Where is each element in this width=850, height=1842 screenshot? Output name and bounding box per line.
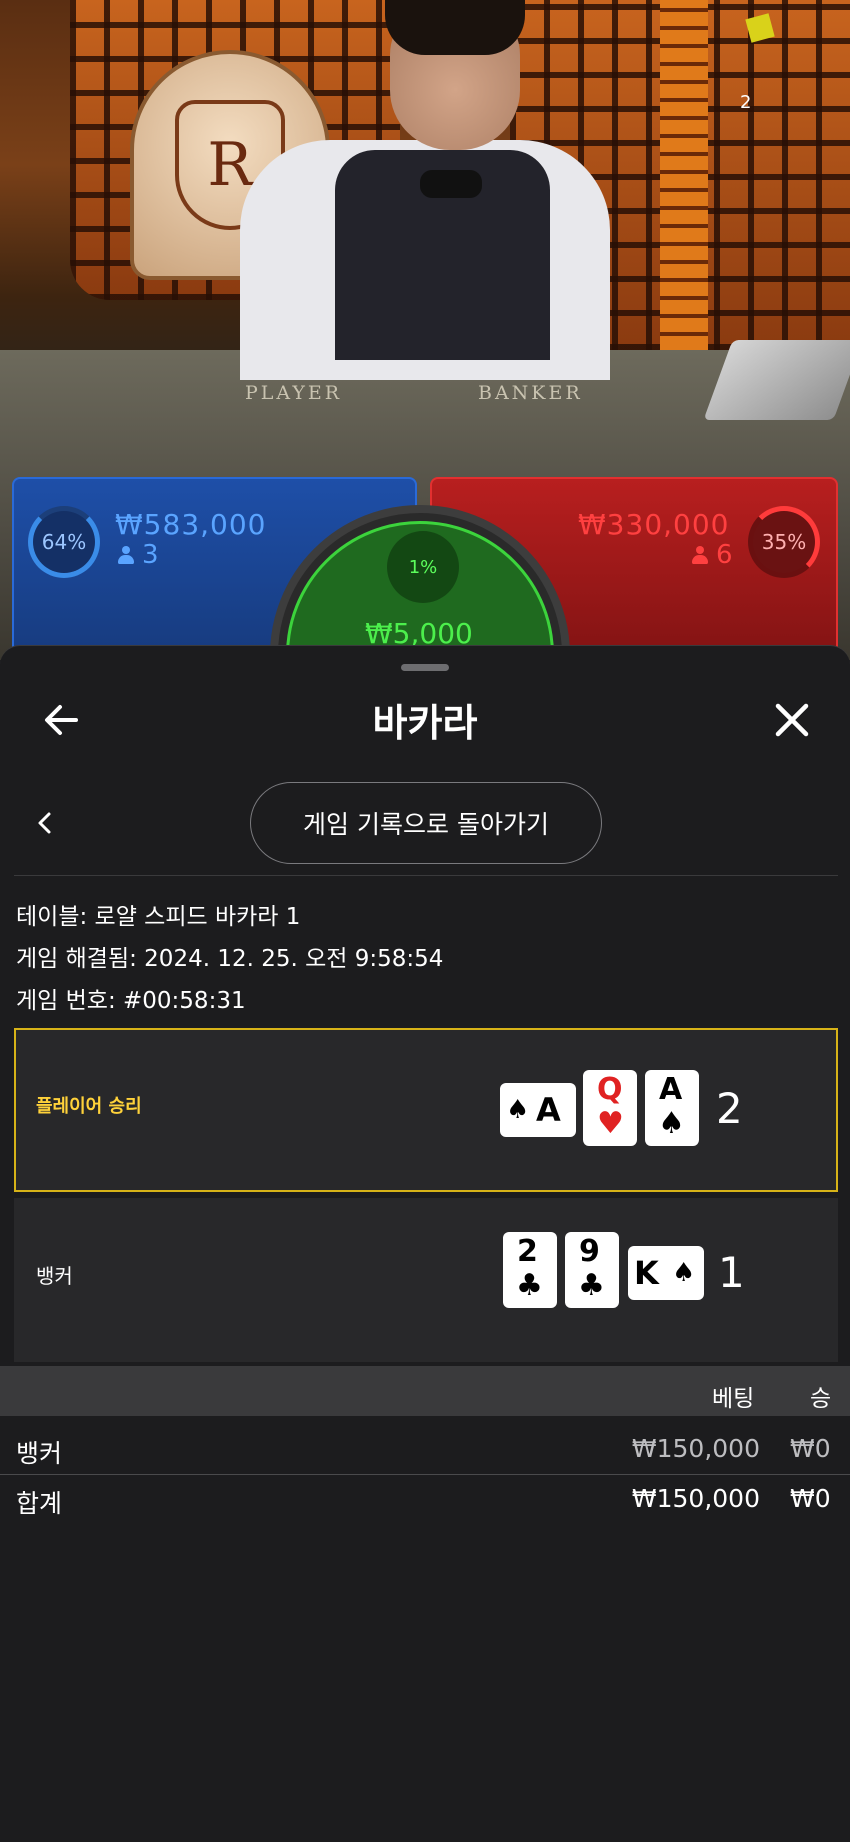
- tie-percent: 1%: [387, 531, 459, 603]
- bet-row-label: 뱅커: [16, 1439, 63, 1468]
- card-rank: K: [634, 1254, 659, 1292]
- card-ace-of-spades: ♠ A: [500, 1083, 576, 1137]
- column-header-win: 승: [810, 1386, 832, 1412]
- bet-row-win: ₩0: [790, 1434, 831, 1463]
- total-row-win: ₩0: [790, 1484, 831, 1513]
- logo-letter: R: [207, 130, 253, 200]
- felt-banker-label: BANKER: [478, 382, 583, 404]
- bet-row-amount: ₩150,000: [631, 1434, 760, 1463]
- banker-percent-ring: 35%: [748, 506, 820, 578]
- club-icon: ♣: [516, 1268, 543, 1303]
- card-nine-of-clubs: 9 ♣: [565, 1232, 619, 1308]
- club-icon: ♣: [578, 1268, 605, 1303]
- column-header-bet: 베팅: [712, 1386, 755, 1412]
- card-rank: Q: [597, 1072, 623, 1107]
- round-number: 게임 번호: #00:58:31: [16, 988, 246, 1014]
- spade-icon: ♠: [658, 1106, 685, 1141]
- back-to-history-button[interactable]: 게임 기록으로 돌아가기: [250, 782, 602, 864]
- total-row-label: 합계: [16, 1489, 63, 1518]
- divider: [0, 1474, 850, 1475]
- decor-pillar: [660, 0, 708, 350]
- player-count-value: 3: [142, 540, 159, 570]
- card-rank: 9: [579, 1234, 600, 1269]
- felt-player-label: PLAYER: [245, 382, 343, 404]
- player-result-label: 플레이어 승리: [36, 1096, 142, 1117]
- banker-total-bet: ₩330,000: [578, 508, 730, 541]
- banker-result-row: [14, 1198, 838, 1362]
- player-total-bet: ₩583,000: [115, 508, 267, 541]
- player-score: 2: [716, 1084, 743, 1133]
- divider: [14, 875, 838, 876]
- banker-percent: 35%: [761, 530, 807, 554]
- chevron-left-icon[interactable]: [28, 806, 62, 840]
- banker-result-label: 뱅커: [36, 1264, 73, 1288]
- player-bettor-count: 3: [118, 540, 159, 570]
- card-rank: A: [659, 1072, 683, 1107]
- banker-score: 1: [718, 1248, 745, 1297]
- total-row-amount: ₩150,000: [631, 1484, 760, 1513]
- table-name: 테이블: 로얄 스피드 바카라 1: [16, 904, 301, 930]
- card-rank: A: [536, 1091, 561, 1129]
- heart-icon: ♥: [597, 1106, 624, 1141]
- card-rank: 2: [517, 1234, 538, 1269]
- dealer-hair: [385, 0, 525, 55]
- card-king-of-spades: K ♠: [628, 1246, 704, 1300]
- close-icon[interactable]: [768, 696, 816, 744]
- spade-icon: ♠: [506, 1095, 530, 1125]
- card-ace-of-spades: A ♠: [645, 1070, 699, 1146]
- user-icon: [692, 546, 708, 564]
- sheet-drag-handle[interactable]: [401, 664, 449, 671]
- player-percent-ring: 64%: [28, 506, 100, 578]
- card-two-of-clubs: 2 ♣: [503, 1232, 557, 1308]
- card-queen-of-hearts: Q ♥: [583, 1070, 637, 1146]
- banker-bettor-count: 6: [692, 540, 733, 570]
- banker-count-value: 6: [716, 540, 733, 570]
- spade-icon: ♠: [672, 1258, 696, 1288]
- player-percent: 64%: [41, 530, 87, 554]
- resolved-time: 게임 해결됨: 2024. 12. 25. 오전 9:58:54: [16, 946, 444, 972]
- dealer-bowtie: [420, 170, 482, 198]
- stream-counter: 2: [740, 92, 752, 113]
- game-detail-sheet: 바카라 게임 기록으로 돌아가기 테이블: 로얄 스피드 바카라 1 게임 해결…: [0, 645, 850, 1842]
- user-icon: [118, 546, 134, 564]
- sheet-title: 바카라: [372, 701, 478, 745]
